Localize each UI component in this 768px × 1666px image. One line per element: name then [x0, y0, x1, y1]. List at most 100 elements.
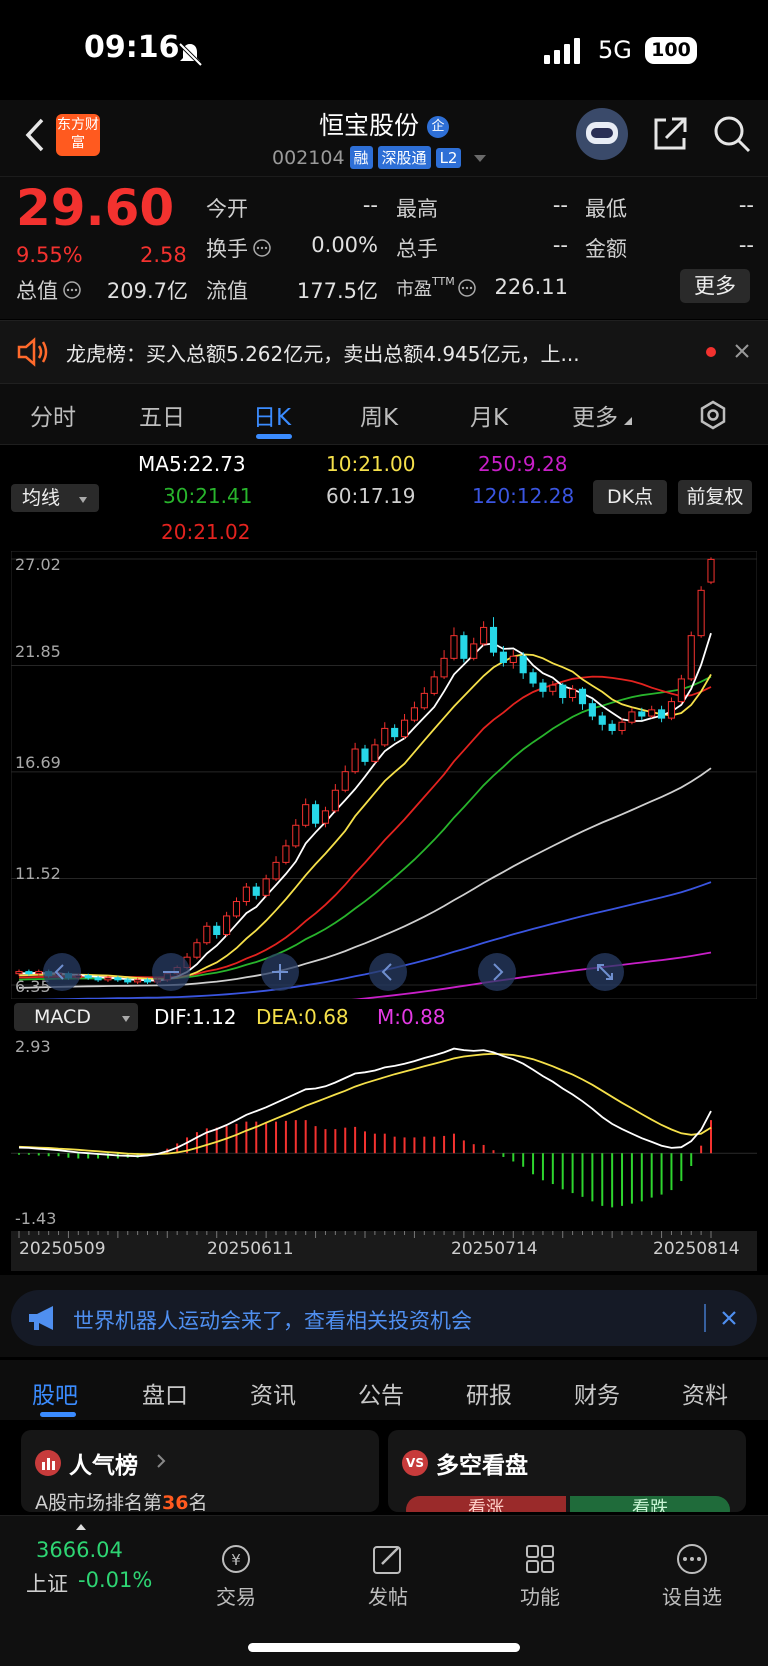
- popularity-card[interactable]: 人气榜 A股市场排名第36名: [21, 1430, 379, 1512]
- ma30-value: 30:21.41: [163, 484, 253, 508]
- tab-daily-k[interactable]: 日K: [253, 398, 291, 432]
- close-icon[interactable]: [734, 343, 750, 359]
- info-dots-icon[interactable]: [457, 278, 477, 298]
- info-dots-icon[interactable]: [62, 280, 82, 300]
- macd-select[interactable]: MACD: [14, 1003, 138, 1031]
- candle-body: [658, 709, 666, 719]
- search-icon[interactable]: [712, 114, 752, 154]
- zoom-out-button[interactable]: [152, 953, 190, 991]
- bearish-button[interactable]: 看跌: [570, 1496, 730, 1512]
- candle: [559, 683, 567, 704]
- tab-finance[interactable]: 财务: [574, 1376, 620, 1410]
- volume-value: --: [552, 233, 568, 257]
- candle-body: [124, 979, 132, 983]
- scroll-left-button[interactable]: [369, 953, 407, 991]
- candle: [282, 839, 290, 865]
- ma120-value: 120:12.28: [472, 484, 575, 508]
- more-button[interactable]: 更多: [680, 269, 750, 303]
- candle: [519, 652, 527, 679]
- float-cap-value: 177.5亿: [296, 279, 378, 303]
- candle: [341, 765, 349, 793]
- close-icon[interactable]: [721, 1310, 737, 1326]
- bull-bear-title: 多空看盘: [436, 1453, 528, 1479]
- tab-announcement[interactable]: 公告: [358, 1376, 404, 1410]
- candle: [569, 685, 577, 702]
- promo-banner[interactable]: 世界机器人运动会来了，查看相关投资机会: [11, 1290, 757, 1346]
- candle: [578, 687, 587, 710]
- tab-five-day[interactable]: 五日: [139, 398, 185, 432]
- candle-body: [143, 979, 152, 983]
- candle-body: [302, 804, 310, 826]
- info-dots-icon[interactable]: [252, 238, 272, 258]
- info-tabs: 股吧 盘口 资讯 公告 研报 财务 资料: [0, 1360, 768, 1420]
- nav-add-watchlist[interactable]: 设自选: [647, 1542, 737, 1610]
- candle: [598, 711, 606, 731]
- candle-body: [361, 748, 369, 762]
- tab-monthly-k[interactable]: 月K: [470, 398, 508, 432]
- network-type: 5G: [598, 36, 632, 64]
- ma-select[interactable]: 均线: [11, 484, 99, 512]
- candle: [203, 922, 211, 945]
- volume-label: 总手: [396, 237, 438, 261]
- chevron-down-icon: [79, 497, 88, 503]
- candle-body: [667, 701, 676, 719]
- tab-profile[interactable]: 资料: [682, 1376, 728, 1410]
- tab-news[interactable]: 资讯: [250, 1376, 296, 1410]
- forward-adjust-button[interactable]: 前复权: [678, 480, 752, 514]
- share-icon[interactable]: [650, 114, 690, 154]
- candle-body: [578, 688, 587, 705]
- candle-body: [707, 558, 715, 583]
- tab-weekly-k[interactable]: 周K: [360, 398, 398, 432]
- nav-post[interactable]: 发帖: [343, 1542, 433, 1610]
- price-chart[interactable]: [11, 551, 757, 999]
- amount-label: 金额: [585, 237, 627, 261]
- bull-bear-card[interactable]: VS 多空看盘 看涨 看跌: [388, 1430, 746, 1512]
- banner-divider: [704, 1304, 706, 1332]
- signal-icon: [544, 38, 580, 64]
- candle-body: [84, 975, 92, 979]
- tab-research[interactable]: 研报: [466, 1376, 512, 1410]
- gear-icon[interactable]: [698, 400, 728, 430]
- chart-back-button[interactable]: [43, 953, 81, 991]
- candle: [430, 670, 438, 696]
- candle: [193, 938, 201, 960]
- date-label: 20250814: [653, 1239, 740, 1259]
- zoom-in-button[interactable]: [261, 953, 299, 991]
- rank-prefix: A股市场排名第: [35, 1492, 162, 1512]
- dk-point-button[interactable]: DK点: [593, 480, 667, 514]
- robot-assistant-icon[interactable]: [576, 108, 628, 160]
- tab-guba[interactable]: 股吧: [32, 1376, 78, 1410]
- tab-more[interactable]: 更多: [572, 398, 634, 432]
- candle-body: [400, 719, 409, 738]
- scroll-right-button[interactable]: [478, 953, 516, 991]
- chevron-down-icon: [122, 1016, 131, 1022]
- bullish-button[interactable]: 看涨: [406, 1496, 566, 1512]
- stock-code-row[interactable]: 002104 融 深股通 L2: [272, 146, 489, 169]
- kline-chart-area[interactable]: 27.02 21.85 16.69 11.52 6.35 MACD DIF:1.…: [11, 551, 757, 1271]
- candle-body: [529, 672, 537, 684]
- tab-pankou[interactable]: 盘口: [142, 1376, 188, 1410]
- candle-body: [638, 711, 646, 717]
- macd-chart[interactable]: [11, 1037, 757, 1213]
- index-quote[interactable]: 3666.04 上证 -0.01%: [16, 1522, 166, 1612]
- low-label: 最低: [585, 197, 627, 221]
- dragon-tiger-notice[interactable]: 龙虎榜：买入总额5.262亿元，卖出总额4.945亿元，上...: [0, 320, 768, 384]
- fullscreen-button[interactable]: [586, 953, 624, 991]
- tab-intraday[interactable]: 分时: [30, 398, 76, 432]
- candle: [302, 798, 310, 828]
- candle-body: [588, 703, 596, 717]
- candle-body: [262, 878, 270, 896]
- candle: [687, 631, 695, 682]
- market-cap-label: 总值: [16, 275, 82, 305]
- candle-body: [272, 861, 280, 880]
- nav-functions[interactable]: 功能: [495, 1542, 585, 1610]
- change-percent: 9.55%: [16, 243, 83, 267]
- chevron-right-icon: [493, 963, 504, 981]
- nav-trade[interactable]: ¥ 交易: [191, 1542, 281, 1610]
- candle-body: [697, 589, 705, 637]
- tag-l2: L2: [435, 147, 462, 168]
- candle: [460, 631, 468, 663]
- candle: [272, 856, 280, 881]
- candle-body: [381, 727, 389, 746]
- candle: [351, 742, 359, 774]
